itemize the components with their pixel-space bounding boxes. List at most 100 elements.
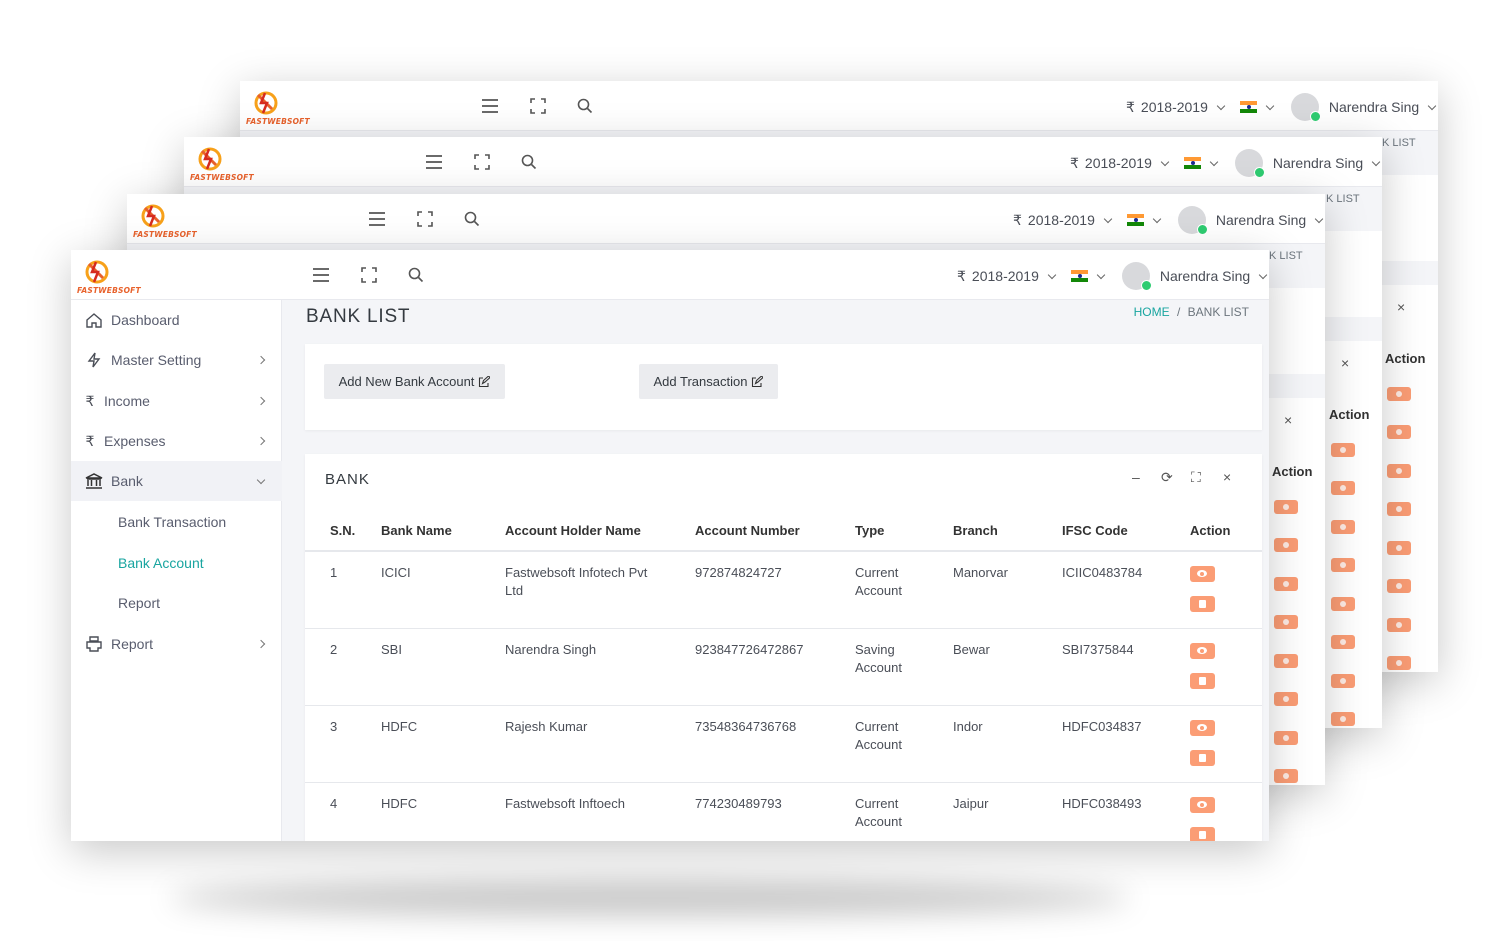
view-icon xyxy=(1331,597,1355,611)
sidebar-item-report[interactable]: Report xyxy=(71,624,282,664)
fullscreen-icon xyxy=(474,154,490,170)
view-icon xyxy=(1274,731,1298,745)
sidebar-subitem-bank-transaction[interactable]: Bank Transaction xyxy=(118,514,226,530)
chevron-down-icon xyxy=(256,475,266,485)
hamburger-icon xyxy=(369,212,385,226)
view-button[interactable] xyxy=(1190,642,1215,659)
chevron-down-icon[interactable] xyxy=(1096,270,1106,279)
column-header: Action xyxy=(1190,511,1262,552)
bolt-icon xyxy=(87,352,101,368)
delete-icon xyxy=(1331,558,1355,572)
cell-bank: ICICI xyxy=(381,565,411,580)
avatar[interactable] xyxy=(1121,262,1152,291)
brand-logo[interactable]: FASTWEBSOFT xyxy=(77,258,141,298)
close-icon[interactable]: × xyxy=(1223,469,1231,485)
cell-branch: Bewar xyxy=(953,641,990,657)
financial-year-select: 2018-2019 xyxy=(1140,99,1208,115)
screenshot-stage: FASTWEBSOFT ₹ 2018-2019 Narendra Sing K … xyxy=(0,0,1505,941)
breadcrumb-home-link[interactable]: HOME xyxy=(1134,305,1170,319)
delete-icon xyxy=(1387,425,1411,439)
cell-type: Current Account xyxy=(855,795,902,829)
brand-logo: FASTWEBSOFT xyxy=(133,202,197,242)
cell-sn: 4 xyxy=(330,795,338,811)
column-header: Bank Name xyxy=(381,511,505,552)
rupee-icon: ₹ xyxy=(1126,98,1135,115)
sidebar-item-bank[interactable]: Bank xyxy=(71,461,282,501)
topbar: FASTWEBSOFT ₹ 2018-2019 Narendra Sing xyxy=(71,250,1269,300)
sidebar-item-master-setting[interactable]: Master Setting xyxy=(71,340,282,380)
cell-action xyxy=(1190,628,1262,706)
logo-mark-icon xyxy=(141,204,165,228)
cell-branch: Manorvar xyxy=(953,565,1008,580)
topbar: FASTWEBSOFT ₹ 2018-2019 Narendra Sing xyxy=(184,137,1382,187)
search-icon xyxy=(521,154,537,170)
fullscreen-icon xyxy=(417,211,433,227)
view-button[interactable] xyxy=(1190,566,1215,582)
india-flag-icon xyxy=(1126,214,1144,226)
fullscreen-icon[interactable] xyxy=(359,265,379,285)
sidebar-item-expenses[interactable]: ₹ Expenses xyxy=(71,421,282,461)
search-icon xyxy=(464,211,480,227)
logo-mark-icon xyxy=(254,91,278,115)
brand-logo: FASTWEBSOFT xyxy=(190,145,254,185)
sidebar: Dashboard Master Setting ₹ Income ₹ Expe… xyxy=(71,300,282,841)
rupee-icon: ₹ xyxy=(1013,211,1022,228)
floor-shadow xyxy=(170,880,1130,916)
view-icon xyxy=(1387,618,1411,632)
search-icon[interactable] xyxy=(406,265,426,285)
add-transaction-label: Add Transaction xyxy=(653,374,748,389)
edit-icon xyxy=(752,375,764,387)
column-header: IFSC Code xyxy=(1062,511,1190,552)
delete-button[interactable] xyxy=(1190,596,1215,612)
topbar-right: ₹ 2018-2019 Narendra Sing xyxy=(1070,149,1382,178)
breadcrumb-current: BANK LIST xyxy=(1187,305,1249,319)
user-name[interactable]: Narendra Sing xyxy=(1160,268,1250,284)
cell-bank: SBI xyxy=(381,641,402,657)
topbar: FASTWEBSOFT ₹ 2018-2019 Narendra Sing xyxy=(240,81,1438,131)
sidebar-subitem-bank-report[interactable]: Report xyxy=(118,595,160,611)
cell-account: 774230489793 xyxy=(695,795,782,811)
user-name: Narendra Sing xyxy=(1215,212,1307,228)
edit-icon xyxy=(479,375,491,387)
financial-year-select: 2018-2019 xyxy=(1027,212,1095,228)
topbar-right: ₹ 2018-2019 Narendra Sing xyxy=(1126,93,1438,122)
front-window: FASTWEBSOFT ₹ 2018-2019 Narendra Sing Da… xyxy=(71,250,1269,841)
chevron-down-icon[interactable] xyxy=(1258,270,1268,279)
chevron-down-icon[interactable] xyxy=(1047,270,1057,279)
minimize-icon[interactable]: – xyxy=(1132,469,1140,485)
sidebar-item-dashboard[interactable]: Dashboard xyxy=(71,300,282,340)
breadcrumb-fragment: K LIST xyxy=(1326,193,1360,205)
chevron-right-icon xyxy=(256,355,266,365)
sidebar-item-income[interactable]: ₹ Income xyxy=(71,381,282,421)
bank-card: BANK – ⟳ ⛶ × S.N. Bank Name Account Hold… xyxy=(305,454,1262,841)
delete-icon xyxy=(1387,502,1411,516)
delete-button[interactable] xyxy=(1190,672,1215,689)
sidebar-item-label: Dashboard xyxy=(111,312,180,328)
table-row: 2 SBI Narendra Singh 923847726472867 Saving … xyxy=(305,628,1262,706)
hamburger-icon[interactable] xyxy=(311,265,331,285)
add-bank-account-button[interactable]: Add New Bank Account xyxy=(324,364,505,399)
brand-logo: FASTWEBSOFT xyxy=(246,89,310,129)
view-button[interactable] xyxy=(1190,796,1215,813)
financial-year-select[interactable]: 2018-2019 xyxy=(972,268,1039,284)
add-transaction-button[interactable]: Add Transaction xyxy=(639,364,778,399)
india-flag-icon[interactable] xyxy=(1070,270,1088,282)
bank-table: S.N. Bank Name Account Holder Name Accou… xyxy=(305,511,1262,841)
breadcrumb-fragment: K LIST xyxy=(1382,137,1416,149)
cell-action xyxy=(1190,705,1262,783)
refresh-icon[interactable]: ⟳ xyxy=(1161,469,1173,486)
expand-icon[interactable]: ⛶ xyxy=(1191,469,1201,486)
sidebar-subitem-bank-account[interactable]: Bank Account xyxy=(118,555,204,571)
view-button[interactable] xyxy=(1190,719,1215,736)
add-bank-account-label: Add New Bank Account xyxy=(338,374,475,389)
delete-button[interactable] xyxy=(1190,749,1215,766)
cell-sn: 1 xyxy=(330,565,338,580)
delete-button[interactable] xyxy=(1190,826,1215,841)
view-icon xyxy=(1387,387,1411,401)
bank-card-fragment: × Action xyxy=(1268,398,1325,785)
chevron-right-icon xyxy=(256,639,266,649)
column-header: Branch xyxy=(953,511,1062,552)
action-column-header: Action xyxy=(1385,351,1426,366)
cell-account: 73548364736768 xyxy=(695,718,797,734)
bank-card-fragment: × Action xyxy=(1325,341,1382,728)
